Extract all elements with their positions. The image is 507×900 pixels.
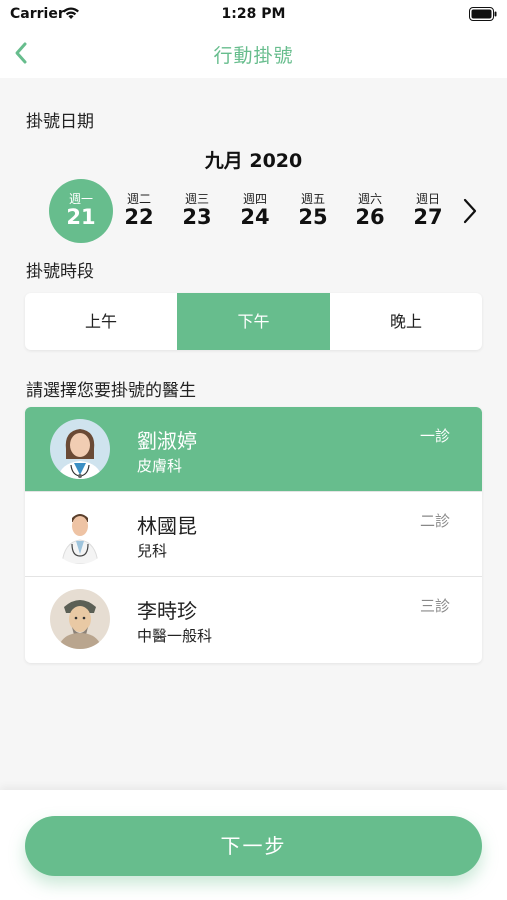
doctor-room: 一診 [419,427,450,445]
doctor-department: 中醫一般科 [137,627,213,645]
battery-icon [469,7,497,21]
day-cell-wed[interactable]: 週三 23 [167,178,227,242]
day-date: 25 [298,205,328,229]
period-option-afternoon[interactable]: 下午 [177,293,330,350]
next-step-button[interactable]: 下一步 [25,816,482,876]
day-cell-thu[interactable]: 週四 24 [225,178,285,242]
page-title: 行動掛號 [213,45,294,67]
day-date: 22 [124,205,154,229]
day-date: 27 [413,205,443,229]
day-date: 26 [355,205,385,229]
female-doctor-avatar-icon [50,419,110,479]
period-section-label: 掛號時段 [26,262,94,282]
doctor-avatar [50,419,110,479]
doctor-name: 李時珍 [137,599,197,623]
male-doctor-avatar-icon [50,504,110,564]
doctor-row[interactable]: 劉淑婷 皮膚科 一診 [25,407,482,492]
day-cell-mon[interactable]: 週一 21 [49,178,113,243]
traditional-doctor-avatar-icon [50,589,110,649]
doctor-room: 二診 [419,512,450,530]
doctor-section-label: 請選擇您要掛號的醫生 [26,381,196,401]
day-date: 23 [182,205,212,229]
doctor-list: 劉淑婷 皮膚科 一診 林國昆 兒科 二診 李時珍 中醫一般科 三診 [25,407,482,663]
status-time: 1:28 PM [221,6,286,22]
doctor-name: 林國昆 [137,514,197,538]
status-bar: Carrier 1:28 PM [0,0,507,30]
doctor-room: 三診 [419,597,450,615]
doctor-avatar [50,504,110,564]
date-section-label: 掛號日期 [26,112,94,132]
day-cell-sat[interactable]: 週六 26 [340,178,400,242]
day-date: 24 [240,205,270,229]
day-cell-sun[interactable]: 週日 27 [398,178,458,242]
period-option-evening[interactable]: 晚上 [330,293,482,350]
chevron-right-icon [463,198,477,224]
day-cell-fri[interactable]: 週五 25 [283,178,343,242]
month-label: 九月 2020 [204,150,303,172]
period-segmented-control: 上午 下午 晚上 [25,293,482,350]
doctor-department: 兒科 [137,542,168,560]
period-option-morning[interactable]: 上午 [25,293,177,350]
nav-bar: 行動掛號 [0,30,507,78]
doctor-department: 皮膚科 [137,457,183,475]
doctor-avatar [50,589,110,649]
doctor-row[interactable]: 李時珍 中醫一般科 三診 [25,577,482,662]
doctor-name: 劉淑婷 [137,429,197,453]
doctor-row[interactable]: 林國昆 兒科 二診 [25,492,482,577]
day-cell-tue[interactable]: 週二 22 [109,178,169,242]
week-selector: 週一 21 週二 22 週三 23 週四 24 週五 25 週六 26 週日 2… [0,178,507,243]
day-date: 21 [66,205,96,229]
bottom-action-bar: 下一步 [0,790,507,900]
next-week-button[interactable] [457,196,483,226]
